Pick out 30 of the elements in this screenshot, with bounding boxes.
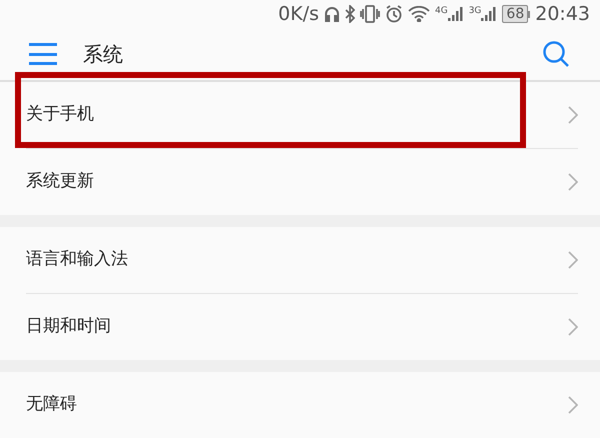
chevron-right-icon xyxy=(568,106,578,124)
battery-indicator: 68 xyxy=(502,5,530,23)
headphones-icon xyxy=(324,6,340,22)
clock-time: 20:43 xyxy=(535,2,590,27)
chevron-right-icon xyxy=(568,318,578,336)
bluetooth-icon xyxy=(345,5,355,23)
row-label: 日期和时间 xyxy=(26,315,111,338)
row-label: 系统更新 xyxy=(26,170,94,194)
vibrate-icon xyxy=(360,5,380,23)
settings-row[interactable]: 无障碍 xyxy=(0,372,600,438)
alarm-icon xyxy=(385,5,403,23)
settings-row[interactable]: 关于手机 xyxy=(0,82,600,148)
chevron-right-icon xyxy=(568,251,578,269)
signal-icon xyxy=(481,7,498,21)
page-title: 系统 xyxy=(83,41,123,68)
network-type-label: 3G xyxy=(468,7,482,16)
settings-row[interactable]: 系统更新 xyxy=(0,149,600,215)
search-button[interactable] xyxy=(541,39,571,69)
chevron-right-icon xyxy=(568,396,578,414)
signal-icon xyxy=(448,7,464,21)
settings-row[interactable]: 日期和时间 xyxy=(0,294,600,360)
network-speed: 0K/s xyxy=(278,2,319,27)
settings-row[interactable]: 语言和输入法 xyxy=(0,227,600,293)
chevron-right-icon xyxy=(568,173,578,191)
menu-button[interactable] xyxy=(29,43,57,65)
row-label: 无障碍 xyxy=(26,393,77,416)
wifi-icon xyxy=(408,6,430,22)
row-label: 语言和输入法 xyxy=(26,248,128,272)
network-type-label: 4G xyxy=(435,7,448,16)
row-label: 关于手机 xyxy=(26,103,94,126)
